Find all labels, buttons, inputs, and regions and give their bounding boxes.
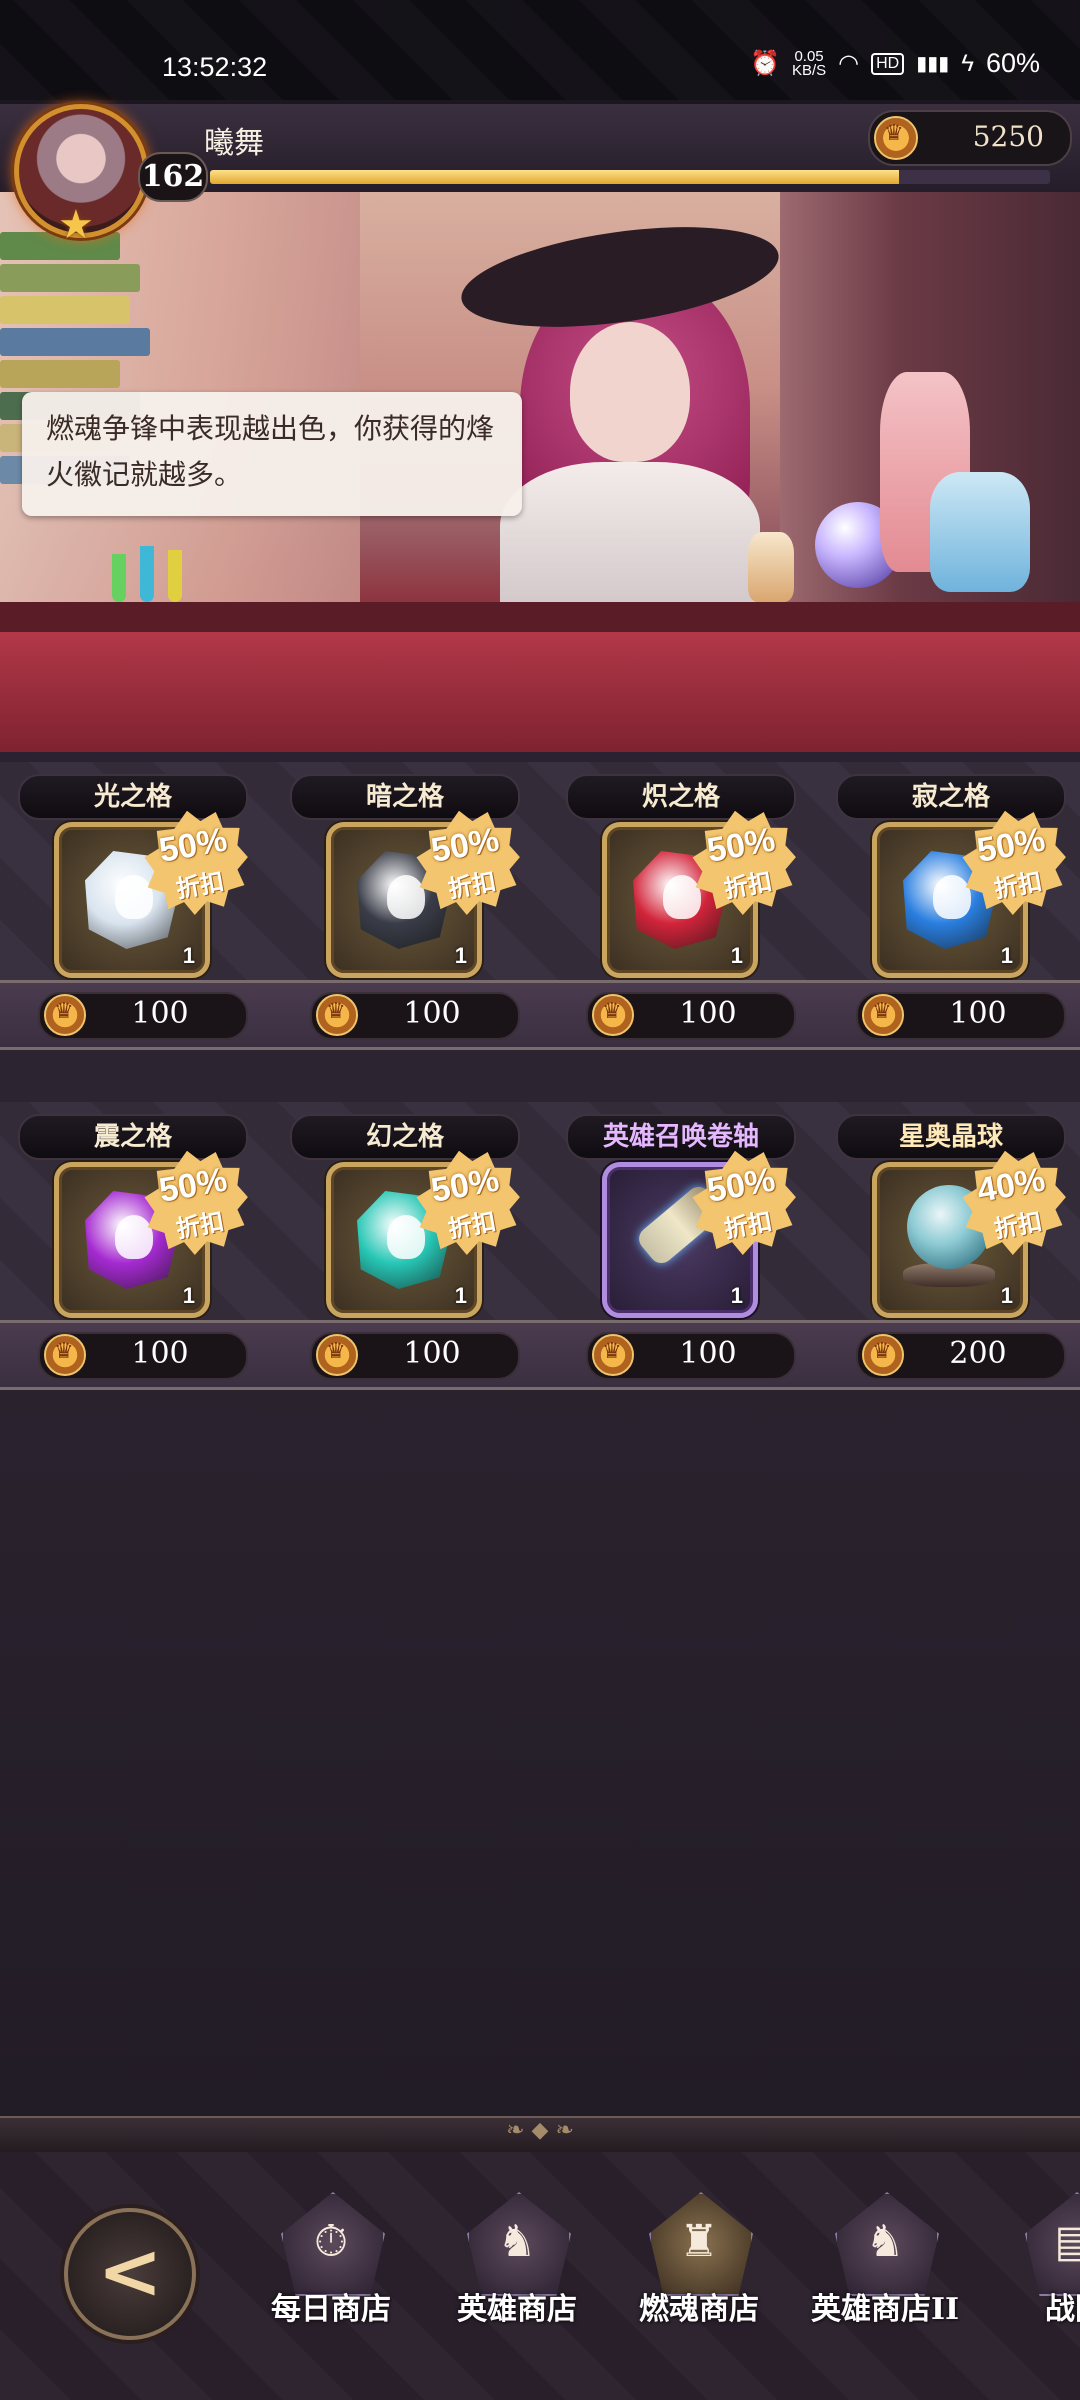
- beacon-emblem-icon: [862, 1334, 904, 1376]
- nav-badge-glyph: ♜: [679, 2216, 719, 2267]
- nav-tab-guild-shop[interactable]: ▤ 战团: [990, 2192, 1080, 2372]
- shop-row: 震之格150%折扣100幻之格150%折扣100英雄召唤卷轴150%折扣100星…: [0, 1102, 1080, 1422]
- price-value: 100: [949, 996, 1007, 1031]
- potion-bottle: [748, 532, 794, 602]
- item-name: 星奥晶球: [836, 1114, 1066, 1160]
- item-name: 暗之格: [290, 774, 520, 820]
- beacon-emblem-icon: [44, 1334, 86, 1376]
- divider-ornament-icon: ❧ ◆ ❧: [506, 2118, 574, 2143]
- shop-item-slot[interactable]: 幻之格150%折扣100: [278, 1102, 528, 1392]
- buy-price-button[interactable]: 100: [856, 992, 1066, 1040]
- nav-badge-glyph: ⏱: [313, 2216, 349, 2267]
- nav-badge-glyph: ♞: [865, 2216, 905, 2267]
- beacon-emblem-icon: [874, 116, 918, 160]
- buy-price-button[interactable]: 100: [310, 1332, 520, 1380]
- item-name: 震之格: [18, 1114, 248, 1160]
- shop-item-grid: 光之格150%折扣100暗之格150%折扣100炽之格150%折扣100寂之格1…: [0, 752, 1080, 2120]
- beacon-emblem-icon: [592, 1334, 634, 1376]
- item-quantity: 1: [730, 1283, 743, 1308]
- item-name: 英雄召唤卷轴: [566, 1114, 796, 1160]
- shop-item-slot[interactable]: 震之格150%折扣100: [6, 1102, 256, 1392]
- player-name: 曦舞: [204, 126, 264, 161]
- player-level: 162: [138, 152, 208, 202]
- price-value: 100: [131, 996, 189, 1031]
- buy-price-button[interactable]: 200: [856, 1332, 1066, 1380]
- back-button[interactable]: <: [64, 2208, 196, 2340]
- buy-price-button[interactable]: 100: [38, 992, 248, 1040]
- alarm-icon: ⏰: [750, 50, 780, 77]
- xp-bar: [210, 170, 1050, 184]
- price-value: 100: [679, 1336, 737, 1371]
- table-edge: [0, 602, 1080, 634]
- status-icons: ⏰ 0.05 KB/S ◠ HD ▮▮▮ ϟ 60%: [750, 48, 1040, 79]
- battery-percent: 60%: [985, 48, 1040, 78]
- item-quantity: 1: [182, 1283, 195, 1308]
- item-quantity: 1: [1000, 1283, 1013, 1308]
- buy-price-button[interactable]: 100: [310, 992, 520, 1040]
- shopkeeper-dialog: 燃魂争锋中表现越出色，你获得的烽火徽记就越多。: [22, 392, 522, 516]
- item-name: 光之格: [18, 774, 248, 820]
- price-value: 100: [679, 996, 737, 1031]
- buy-price-button[interactable]: 100: [586, 1332, 796, 1380]
- status-bar: 13:52:32 ⏰ 0.05 KB/S ◠ HD ▮▮▮ ϟ 60%: [0, 0, 1080, 100]
- charging-icon: ϟ: [961, 49, 974, 77]
- nav-tab-label: 每日商店: [271, 2292, 391, 2327]
- shop-item-slot[interactable]: 星奥晶球140%折扣200: [824, 1102, 1074, 1392]
- beacon-emblem-icon: [316, 1334, 358, 1376]
- item-name: 炽之格: [566, 774, 796, 820]
- back-arrow-icon: <: [97, 2226, 163, 2317]
- shop-item-slot[interactable]: 暗之格150%折扣100: [278, 762, 528, 1052]
- beacon-emblem-icon: [862, 994, 904, 1036]
- item-name: 寂之格: [836, 774, 1066, 820]
- currency-display: 5250: [868, 110, 1072, 166]
- shop-item-slot[interactable]: 英雄召唤卷轴150%折扣100: [554, 1102, 804, 1392]
- nav-tab-label: 燃魂商店: [639, 2292, 759, 2327]
- nav-tab-hero-shop-2[interactable]: ♞ 英雄商店II: [800, 2192, 970, 2372]
- beacon-emblem-icon: [44, 994, 86, 1036]
- shop-row: 光之格150%折扣100暗之格150%折扣100炽之格150%折扣100寂之格1…: [0, 762, 1080, 1082]
- shop-item-slot[interactable]: 炽之格150%折扣100: [554, 762, 804, 1052]
- shop-nav-bar: < ⏱ 每日商店 ♞ 英雄商店 ♜ 燃魂商店 ♞ 英雄商店II ▤ 战团: [0, 2152, 1080, 2400]
- price-value: 100: [131, 1336, 189, 1371]
- price-value: 200: [949, 1336, 1007, 1371]
- signal-4g-icon: ▮▮▮: [916, 53, 950, 75]
- price-value: 100: [403, 1336, 461, 1371]
- nav-tab-label: 战团: [1045, 2292, 1080, 2327]
- nav-tab-soul-shop[interactable]: ♜ 燃魂商店: [614, 2192, 784, 2372]
- item-quantity: 1: [730, 943, 743, 968]
- nav-badge-glyph: ♞: [497, 2216, 537, 2267]
- test-tubes: [112, 522, 232, 612]
- item-quantity: 1: [182, 943, 195, 968]
- price-value: 100: [403, 996, 461, 1031]
- nav-tab-label: 英雄商店: [457, 2292, 577, 2327]
- potion-bottle: [930, 472, 1030, 592]
- item-quantity: 1: [454, 1283, 467, 1308]
- net-speed-unit: KB/S: [791, 61, 827, 79]
- buy-price-button[interactable]: 100: [586, 992, 796, 1040]
- currency-amount: 5250: [972, 120, 1044, 153]
- tablecloth: [0, 632, 1080, 752]
- xp-bar-fill: [210, 170, 899, 184]
- shop-item-slot[interactable]: 光之格150%折扣100: [6, 762, 256, 1052]
- item-quantity: 1: [1000, 943, 1013, 968]
- nav-tab-label: 英雄商店II: [810, 2292, 960, 2327]
- nav-badge-glyph: ▤: [1054, 2216, 1080, 2267]
- buy-price-button[interactable]: 100: [38, 1332, 248, 1380]
- network-speed: 0.05 KB/S: [791, 49, 827, 79]
- beacon-emblem-icon: [316, 994, 358, 1036]
- nav-tab-daily-shop[interactable]: ⏱ 每日商店: [246, 2192, 416, 2372]
- status-time: 13:52:32: [162, 52, 268, 82]
- player-avatar[interactable]: ★: [6, 96, 148, 248]
- item-quantity: 1: [454, 943, 467, 968]
- star-icon: ★: [58, 202, 94, 248]
- wifi-icon: ◠: [838, 50, 860, 77]
- shop-item-slot[interactable]: 寂之格150%折扣100: [824, 762, 1074, 1052]
- beacon-emblem-icon: [592, 994, 634, 1036]
- item-name: 幻之格: [290, 1114, 520, 1160]
- hd-icon: HD: [871, 52, 905, 75]
- nav-tab-hero-shop[interactable]: ♞ 英雄商店: [432, 2192, 602, 2372]
